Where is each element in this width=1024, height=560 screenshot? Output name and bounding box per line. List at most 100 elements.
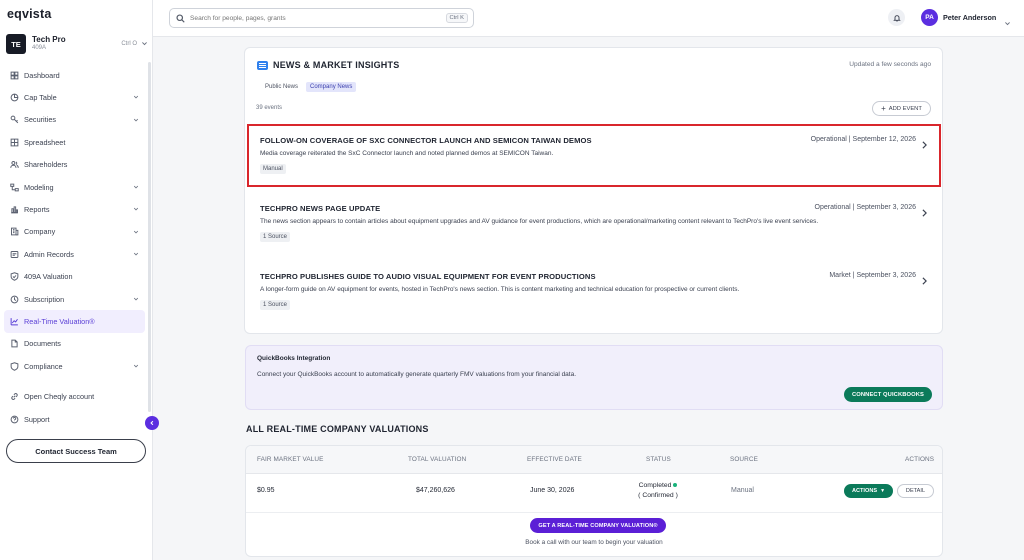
sidebar-item-support[interactable]: Support [4, 408, 145, 430]
divider [246, 512, 942, 513]
sidebar-item-spreadsheet[interactable]: Spreadsheet [4, 131, 145, 153]
column-header: EFFECTIVE DATE [527, 456, 582, 463]
pie-chart-icon [9, 93, 19, 103]
tab-public-news[interactable]: Public News [261, 82, 302, 92]
news-item[interactable]: TECHPRO NEWS PAGE UPDATE Operational | S… [260, 204, 928, 243]
news-card: NEWS & MARKET INSIGHTS Updated a few sec… [244, 47, 943, 334]
actions-label: ACTIONS [851, 488, 878, 494]
sidebar-item-subscription[interactable]: Subscription [4, 288, 145, 310]
highlight-box [247, 124, 941, 187]
notifications-button[interactable] [888, 9, 905, 26]
sidebar-item-modeling[interactable]: Modeling [4, 176, 145, 198]
chevron-down-icon [133, 183, 139, 189]
valuations-table: FAIR MARKET VALUE TOTAL VALUATION EFFECT… [245, 445, 943, 557]
sidebar-item-real-time-valuation[interactable]: Real-Time Valuation® [4, 310, 145, 333]
grid-icon [9, 137, 19, 147]
status-subtext: ( Confirmed ) [638, 492, 678, 499]
collapse-sidebar-button[interactable] [145, 416, 159, 430]
sidebar-item-label: Spreadsheet [24, 137, 66, 147]
sidebar-item-open-cheqly-account[interactable]: Open Cheqly account [4, 385, 145, 407]
search-bar[interactable]: Ctrl K [169, 8, 474, 28]
company-switcher[interactable]: TE Tech Pro 409A Ctrl O [6, 34, 148, 54]
user-menu[interactable]: PA Peter Anderson [921, 9, 1011, 26]
news-item-meta: Operational | September 3, 2026 [814, 204, 916, 211]
divider [4, 377, 145, 385]
records-icon [9, 249, 19, 259]
table-header: FAIR MARKET VALUE TOTAL VALUATION EFFECT… [246, 446, 942, 474]
sidebar-item-documents[interactable]: Documents [4, 333, 145, 355]
event-count: 39 events [256, 105, 283, 111]
flow-icon [9, 182, 19, 192]
document-icon [9, 339, 19, 349]
chevron-down-icon [133, 205, 139, 211]
source-cell: Manual [731, 487, 754, 494]
sidebar-item-dashboard[interactable]: Dashboard [4, 64, 145, 86]
sidebar-item-securities[interactable]: Securities [4, 109, 145, 131]
chevron-left-icon [150, 420, 154, 426]
sidebar-item-label: Cap Table [24, 93, 57, 103]
sidebar-item-label: Company [24, 227, 56, 237]
sidebar-item-409a-valuation[interactable]: 409A Valuation [4, 266, 145, 288]
sidebar-item-company[interactable]: Company [4, 221, 145, 243]
chevron-down-icon [133, 116, 139, 122]
news-item[interactable]: TECHPRO PUBLISHES GUIDE TO AUDIO VISUAL … [260, 272, 928, 311]
key-icon [9, 115, 19, 125]
plus-icon: + [881, 103, 886, 113]
chevron-down-icon [133, 228, 139, 234]
help-icon [9, 414, 19, 424]
sidebar-item-reports[interactable]: Reports [4, 198, 145, 220]
detail-button[interactable]: DETAIL [897, 484, 934, 498]
company-subtitle: 409A [32, 45, 47, 51]
company-avatar: TE [6, 34, 26, 54]
tab-company-news[interactable]: Company News [306, 82, 357, 92]
connect-quickbooks-button[interactable]: CONNECT QUICKBOOKS [844, 387, 932, 402]
sidebar-item-label: Shareholders [24, 160, 68, 170]
sidebar-item-label: Modeling [24, 182, 54, 192]
contact-success-team-button[interactable]: Contact Success Team [6, 439, 146, 463]
fmv-cell: $0.95 [257, 487, 275, 494]
chevron-right-icon [921, 272, 928, 285]
actions-dropdown-button[interactable]: ACTIONS ▼ [844, 484, 893, 498]
chevron-down-icon [141, 40, 148, 49]
sidebar-item-cap-table[interactable]: Cap Table [4, 86, 145, 108]
chevron-down-icon [133, 295, 139, 301]
shield-icon [9, 361, 19, 371]
sidebar-item-label: Documents [24, 339, 61, 349]
news-item-title: TECHPRO PUBLISHES GUIDE TO AUDIO VISUAL … [260, 272, 596, 281]
sidebar-item-label: Securities [24, 115, 57, 125]
sidebar-item-label: Dashboard [24, 70, 60, 80]
company-shortcut: Ctrl O [121, 41, 137, 47]
sidebar-item-label: Open Cheqly account [24, 392, 95, 402]
trend-icon [9, 316, 19, 326]
news-item-tag: 1 Source [260, 232, 291, 242]
news-item-tag: 1 Source [260, 300, 291, 310]
sidebar-item-label: Reports [24, 205, 50, 215]
bar-chart-icon [9, 205, 19, 215]
column-header: FAIR MARKET VALUE [257, 456, 324, 463]
news-item-description: The news section appears to contain arti… [260, 218, 819, 225]
subscription-icon [9, 294, 19, 304]
column-header: SOURCE [730, 456, 758, 463]
status-cell: Completed ( Confirmed ) [628, 481, 688, 501]
users-icon [9, 160, 19, 170]
app-root: eqvista TE Tech Pro 409A Ctrl O Dashboar… [0, 0, 1024, 560]
add-event-label: ADD EVENT [888, 105, 922, 112]
chevron-down-icon [133, 93, 139, 99]
search-input[interactable] [190, 14, 430, 22]
company-name: Tech Pro [32, 35, 66, 44]
column-header: ACTIONS [905, 456, 935, 463]
sidebar-scrollbar[interactable] [148, 62, 151, 412]
app-logo[interactable]: eqvista [7, 7, 51, 21]
news-title: NEWS & MARKET INSIGHTS [273, 60, 400, 70]
get-real-time-valuation-button[interactable]: GET A REAL-TIME COMPANY VALUATION® [530, 518, 666, 533]
bell-icon [892, 14, 901, 21]
search-icon [176, 13, 185, 23]
sidebar-item-compliance[interactable]: Compliance [4, 355, 145, 377]
add-event-button[interactable]: + ADD EVENT [872, 101, 931, 116]
news-updated: Updated a few seconds ago [849, 61, 931, 68]
sidebar-item-label: Real-Time Valuation® [24, 316, 95, 326]
sidebar-item-label: Compliance [24, 361, 63, 371]
sidebar-item-shareholders[interactable]: Shareholders [4, 154, 145, 176]
status-text: Completed [638, 482, 672, 489]
sidebar-item-admin-records[interactable]: Admin Records [4, 243, 145, 265]
